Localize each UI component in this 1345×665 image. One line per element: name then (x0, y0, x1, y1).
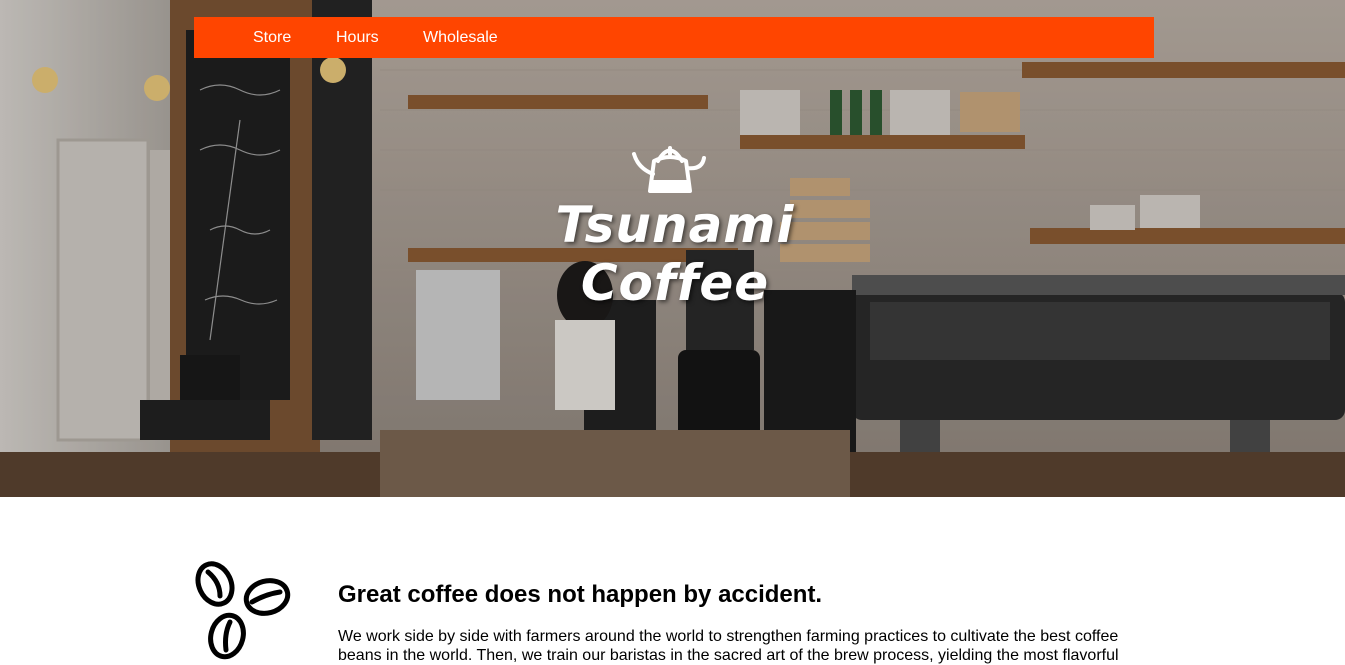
section-title: Great coffee does not happen by accident… (338, 581, 823, 608)
nav-link-store[interactable]: Store (253, 28, 291, 47)
nav-link-hours[interactable]: Hours (336, 28, 379, 47)
coffee-beans-icon (195, 561, 291, 660)
hero-banner: Store Hours Wholesale Tsunami Coffee (0, 0, 1345, 497)
nav-link-wholesale[interactable]: Wholesale (423, 28, 498, 47)
top-navbar: Store Hours Wholesale (194, 17, 1154, 58)
logo-line-1: Tsunami (555, 196, 795, 254)
logo-wordmark: Tsunami Coffee (530, 196, 820, 312)
kettle-icon (632, 146, 706, 193)
logo-line-2: Coffee (580, 254, 770, 312)
section-body-text: We work side by side with farmers around… (338, 628, 1119, 664)
